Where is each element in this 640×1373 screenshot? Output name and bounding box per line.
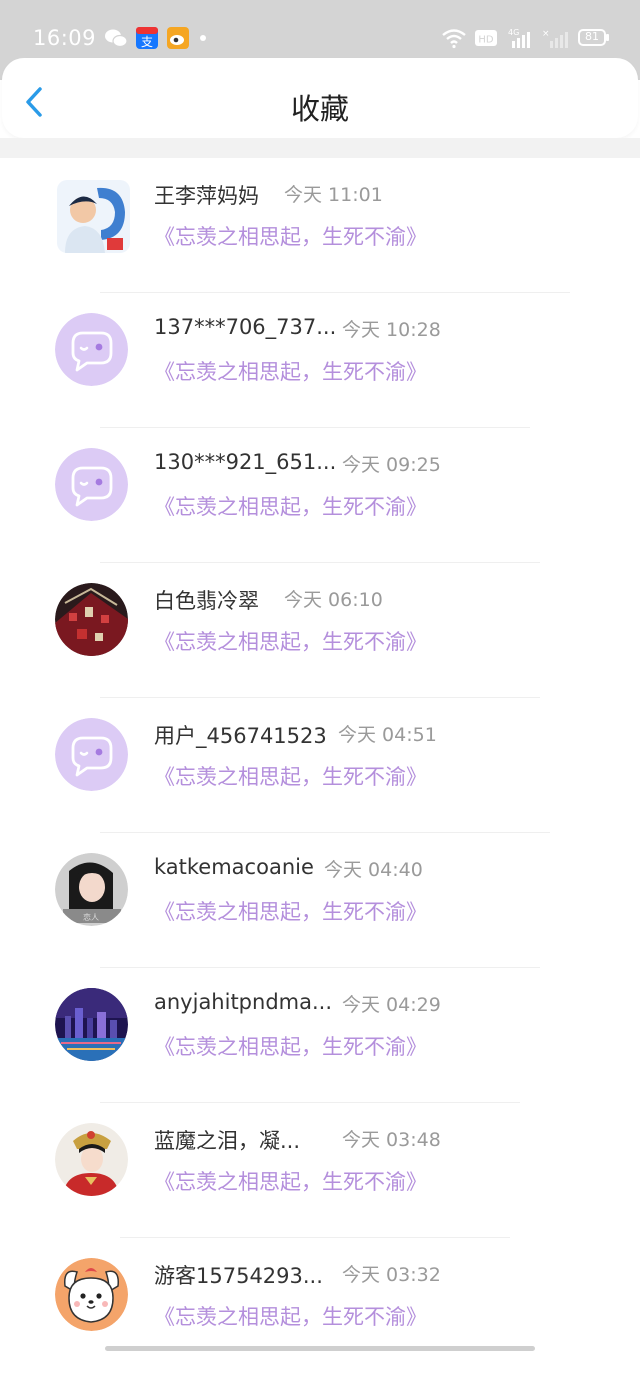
item-content: 《忘羡之相思起，生死不渝》 xyxy=(154,1170,427,1194)
list-item[interactable]: 130***921_651... 今天 09:25 《忘羡之相思起，生死不渝》 xyxy=(0,428,640,563)
battery-level: 81 xyxy=(585,30,599,43)
page-title: 收藏 xyxy=(290,92,349,126)
item-time: 今天 03:32 xyxy=(342,1264,441,1286)
wifi-icon xyxy=(442,29,466,49)
wechat-icon xyxy=(105,29,128,48)
avatar[interactable] xyxy=(55,448,128,521)
item-name: katkemacoanie xyxy=(154,855,314,879)
battery-tip xyxy=(606,34,609,41)
item-time: 今天 04:29 xyxy=(342,994,441,1016)
weibo-icon xyxy=(167,27,189,49)
avatar[interactable] xyxy=(55,988,128,1061)
item-time: 今天 04:40 xyxy=(324,859,423,881)
item-time: 今天 03:48 xyxy=(342,1129,441,1151)
avatar-cartoon-dog-icon xyxy=(55,1258,128,1331)
item-time: 今天 10:28 xyxy=(342,319,441,341)
avatar-photo-red-icon xyxy=(55,583,128,656)
item-name: 130***921_651... xyxy=(154,450,337,474)
item-content: 《忘羡之相思起，生死不渝》 xyxy=(154,630,427,654)
item-time: 今天 11:01 xyxy=(284,184,383,206)
battery-icon: 81 xyxy=(578,29,606,46)
item-content: 《忘羡之相思起，生死不渝》 xyxy=(154,1035,427,1059)
alipay-icon: 支 xyxy=(136,27,158,49)
avatar-photo-child-icon xyxy=(57,180,130,253)
item-name: 王李萍妈妈 xyxy=(154,184,259,208)
default-chat-avatar-icon xyxy=(55,718,128,791)
item-time: 今天 09:25 xyxy=(342,454,441,476)
hd-icon: HD xyxy=(475,30,497,46)
header-separator xyxy=(0,138,640,158)
item-content: 《忘羡之相思起，生死不渝》 xyxy=(154,495,427,519)
item-content: 《忘羡之相思起，生死不渝》 xyxy=(154,1305,427,1329)
notification-dot-icon xyxy=(200,35,206,41)
item-time: 今天 04:51 xyxy=(338,724,437,746)
avatar[interactable] xyxy=(55,1258,128,1331)
item-name: 用户_456741523 xyxy=(154,724,327,748)
avatar-photo-girl-icon: 恋人 xyxy=(55,853,128,926)
avatar-photo-costume-icon xyxy=(55,1123,128,1196)
item-content: 《忘羡之相思起，生死不渝》 xyxy=(154,225,427,249)
list-item[interactable]: 白色翡冷翠 今天 06:10 《忘羡之相思起，生死不渝》 xyxy=(0,563,640,698)
item-time: 今天 06:10 xyxy=(284,589,383,611)
list-item[interactable]: 恋人 katkemacoanie 今天 04:40 《忘羡之相思起，生死不渝》 xyxy=(0,833,640,968)
avatar[interactable] xyxy=(57,180,130,253)
avatar[interactable]: 恋人 xyxy=(55,853,128,926)
item-name: 游客15754293... xyxy=(154,1264,323,1288)
avatar-photo-city-icon xyxy=(55,988,128,1061)
svg-text:恋人: 恋人 xyxy=(83,912,99,922)
list-item[interactable]: anyjahitpndma... 今天 04:29 《忘羡之相思起，生死不渝》 xyxy=(0,968,640,1103)
signal-icon: × xyxy=(542,29,568,48)
list-item[interactable]: 用户_456741523 今天 04:51 《忘羡之相思起，生死不渝》 xyxy=(0,698,640,833)
item-content: 《忘羡之相思起，生死不渝》 xyxy=(154,765,427,789)
svg-text:4G: 4G xyxy=(508,28,519,37)
avatar[interactable] xyxy=(55,583,128,656)
list-item[interactable]: 蓝魔之泪，凝... 今天 03:48 《忘羡之相思起，生死不渝》 xyxy=(0,1103,640,1238)
list-item[interactable]: 137***706_737... 今天 10:28 《忘羡之相思起，生死不渝》 xyxy=(0,293,640,428)
list-item[interactable]: 游客15754293... 今天 03:32 《忘羡之相思起，生死不渝》 xyxy=(0,1238,640,1373)
header: 收藏 xyxy=(2,58,638,138)
signal-4g-icon: 4G xyxy=(508,28,530,48)
item-name: 蓝魔之泪，凝... xyxy=(154,1129,301,1153)
item-name: 白色翡冷翠 xyxy=(154,589,259,613)
home-indicator[interactable] xyxy=(105,1346,535,1351)
default-chat-avatar-icon xyxy=(55,313,128,386)
item-content: 《忘羡之相思起，生死不渝》 xyxy=(154,360,427,384)
avatar[interactable] xyxy=(55,718,128,791)
svg-text:×: × xyxy=(542,29,550,39)
item-name: anyjahitpndma... xyxy=(154,990,333,1014)
item-content: 《忘羡之相思起，生死不渝》 xyxy=(154,900,427,924)
svg-text:支: 支 xyxy=(141,35,153,49)
status-time: 16:09 xyxy=(33,26,97,50)
svg-text:HD: HD xyxy=(478,35,494,46)
item-name: 137***706_737... xyxy=(154,315,337,339)
avatar[interactable] xyxy=(55,1123,128,1196)
favorites-list: 王李萍妈妈 今天 11:01 《忘羡之相思起，生死不渝》 137***706_7… xyxy=(0,158,640,1373)
avatar[interactable] xyxy=(55,313,128,386)
list-item[interactable]: 王李萍妈妈 今天 11:01 《忘羡之相思起，生死不渝》 xyxy=(0,158,640,293)
default-chat-avatar-icon xyxy=(55,448,128,521)
